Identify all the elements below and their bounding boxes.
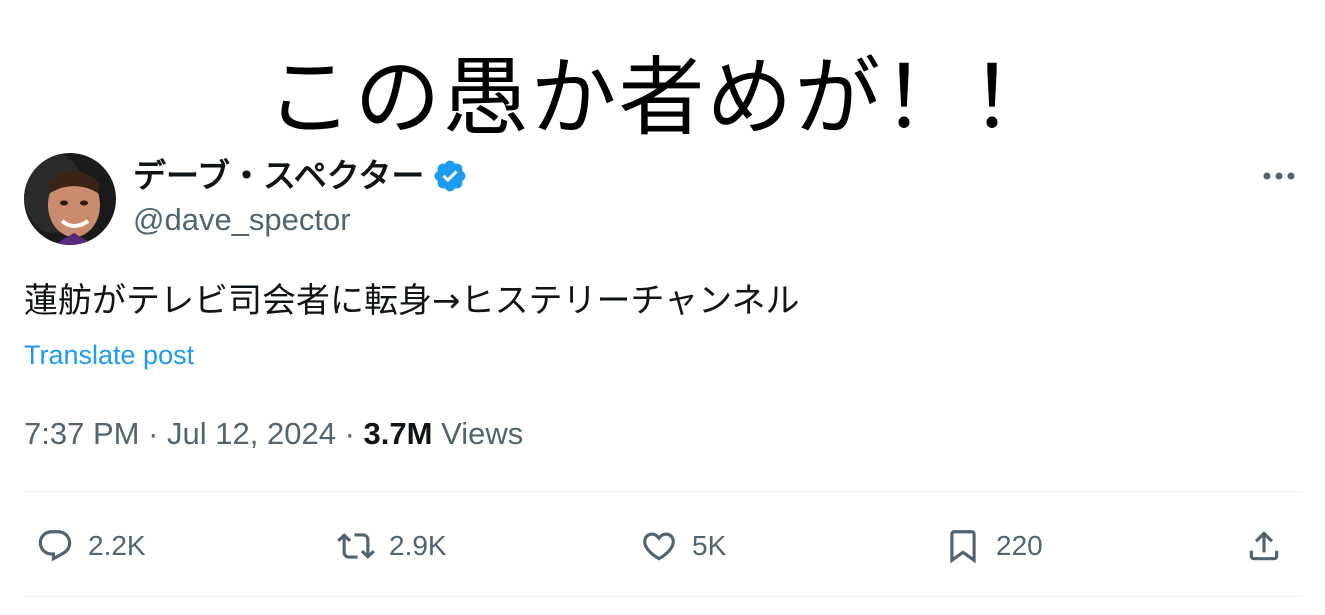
views-count: 3.7M xyxy=(363,416,433,451)
reply-icon xyxy=(38,530,72,562)
reply-count: 2.2K xyxy=(88,530,146,561)
author-name-text: デーブ・スペクター xyxy=(133,156,425,195)
like-icon xyxy=(643,532,675,561)
author-handle[interactable]: @dave_spector xyxy=(133,200,351,240)
like-count: 5K xyxy=(692,530,727,561)
meta-separator: · xyxy=(344,416,355,451)
reply-button[interactable]: 2.2K xyxy=(36,522,146,570)
divider xyxy=(24,596,1302,597)
avatar-image xyxy=(24,153,116,245)
more-button[interactable] xyxy=(1259,160,1299,192)
like-button[interactable]: 5K xyxy=(640,522,726,570)
tweet-time[interactable]: 7:37 PM xyxy=(24,416,139,451)
verified-badge-icon xyxy=(432,158,468,194)
share-icon xyxy=(1249,531,1279,561)
bookmark-button[interactable]: 220 xyxy=(944,522,1043,570)
translate-post-link[interactable]: Translate post xyxy=(24,337,194,373)
repost-button[interactable]: 2.9K xyxy=(337,522,447,570)
tweet-date[interactable]: Jul 12, 2024 xyxy=(167,416,336,451)
author-display-name[interactable]: デーブ・スペクター xyxy=(133,155,468,197)
more-icon xyxy=(1263,172,1295,180)
bookmark-count: 220 xyxy=(996,530,1043,561)
divider xyxy=(24,491,1302,492)
repost-icon xyxy=(337,533,375,559)
tweet-text: 蓮舫がテレビ司会者に転身→ヒステリーチャンネル xyxy=(24,281,800,321)
caption-text: この愚か者めが！！ xyxy=(266,48,1059,148)
avatar[interactable] xyxy=(24,153,116,245)
meta-separator: · xyxy=(148,416,159,451)
share-button[interactable] xyxy=(1245,522,1297,570)
bookmark-icon xyxy=(950,530,976,564)
repost-count: 2.9K xyxy=(389,530,447,561)
tweet-meta: 7:37 PM · Jul 12, 2024 · 3.7M Views xyxy=(24,413,523,455)
views-label: Views xyxy=(441,416,524,451)
